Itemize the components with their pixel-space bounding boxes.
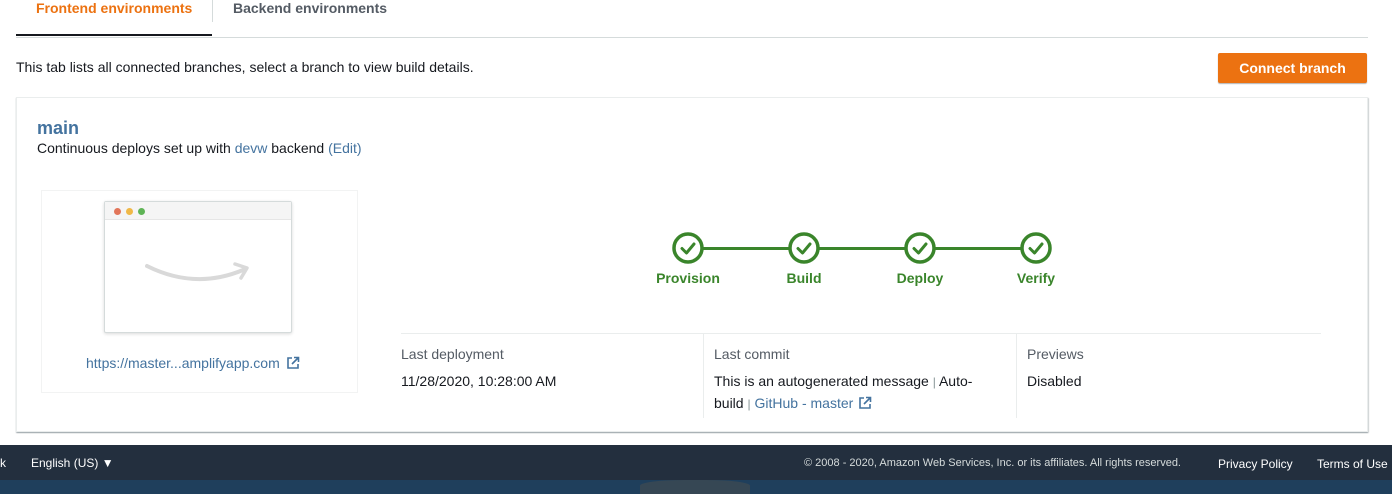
previews-value: Disabled <box>1027 373 1082 389</box>
site-preview: https://master...amplifyapp.com <box>41 190 358 393</box>
preview-url-text: https://master...amplifyapp.com <box>86 355 280 371</box>
pipeline-connector <box>703 247 789 250</box>
step-label: Deploy <box>896 270 944 286</box>
tab-divider <box>212 0 213 22</box>
check-circle-icon <box>1020 232 1052 264</box>
maximize-dot-icon <box>138 208 145 215</box>
check-circle-icon <box>788 232 820 264</box>
pipeline-connector <box>819 247 905 250</box>
browser-thumbnail[interactable] <box>104 201 292 333</box>
connect-branch-button[interactable]: Connect branch <box>1218 53 1367 83</box>
backend-env-link[interactable]: devw <box>235 140 268 156</box>
environment-tabs: Frontend environments Backend environmen… <box>16 0 1368 38</box>
commit-type: Auto- <box>938 373 973 389</box>
separator: | <box>932 375 936 389</box>
background-image-strip <box>0 480 1392 494</box>
minimize-dot-icon <box>126 208 133 215</box>
pipeline-connector <box>935 247 1021 250</box>
last-commit-label: Last commit <box>714 346 790 362</box>
browser-toolbar <box>105 202 291 220</box>
amplify-console-page: Frontend environments Backend environmen… <box>0 0 1392 494</box>
tab-backend-label: Backend environments <box>233 0 388 16</box>
copyright-text: © 2008 - 2020, Amazon Web Services, Inc.… <box>804 457 1181 469</box>
tab-frontend-environments[interactable]: Frontend environments <box>16 0 212 36</box>
check-circle-icon <box>672 232 704 264</box>
step-label: Build <box>786 270 822 286</box>
commit-repo-link[interactable]: GitHub - master <box>755 395 873 411</box>
external-link-icon <box>286 356 300 369</box>
tab-backend-environments[interactable]: Backend environments <box>233 0 387 36</box>
caret-down-icon: ▼ <box>101 456 114 470</box>
edit-backend-link[interactable]: (Edit) <box>328 140 361 156</box>
last-deployment-value: 11/28/2020, 10:28:00 AM <box>401 373 557 389</box>
terms-of-use-link[interactable]: Terms of Use <box>1317 457 1388 471</box>
commit-repo-text: GitHub - master <box>754 395 854 411</box>
language-selector[interactable]: English (US) ▼ <box>31 456 114 470</box>
previews-label: Previews <box>1027 346 1084 362</box>
last-commit-value: This is an autogenerated message | Auto-… <box>714 371 984 415</box>
tab-frontend-label: Frontend environments <box>36 0 193 16</box>
last-commit-section: Last commit This is an autogenerated mes… <box>703 334 1016 418</box>
privacy-policy-link[interactable]: Privacy Policy <box>1218 457 1293 471</box>
check-circle-icon <box>904 232 936 264</box>
branch-name-link[interactable]: main <box>37 118 79 139</box>
tab-description: This tab lists all connected branches, s… <box>16 59 474 75</box>
last-deployment-label: Last deployment <box>401 346 504 362</box>
step-label: Provision <box>656 270 720 286</box>
separator: | <box>747 397 751 411</box>
background-wave <box>640 480 750 494</box>
step-label: Verify <box>1016 270 1056 286</box>
branch-description: Continuous deploys set up with devw back… <box>37 140 362 156</box>
amazon-smile-logo-icon <box>145 262 249 282</box>
previews-section: Previews Disabled <box>1016 334 1321 418</box>
language-label: English (US) <box>31 456 99 470</box>
branch-desc-prefix: Continuous deploys set up with <box>37 140 235 156</box>
branch-desc-middle: backend <box>267 140 329 156</box>
external-link-icon <box>859 396 872 409</box>
last-deployment-section: Last deployment 11/28/2020, 10:28:00 AM <box>401 334 703 418</box>
commit-type-cont: build <box>714 395 744 411</box>
preview-url-link[interactable]: https://master...amplifyapp.com <box>86 355 300 371</box>
footer-feedback-fragment[interactable]: k <box>0 456 6 470</box>
close-dot-icon <box>114 208 121 215</box>
branch-card: main Continuous deploys set up with devw… <box>16 97 1368 432</box>
deployment-pipeline: Provision Build Deploy Verify <box>647 232 1067 292</box>
console-footer: k English (US) ▼ © 2008 - 2020, Amazon W… <box>0 445 1392 480</box>
commit-message: This is an autogenerated message <box>714 373 929 389</box>
